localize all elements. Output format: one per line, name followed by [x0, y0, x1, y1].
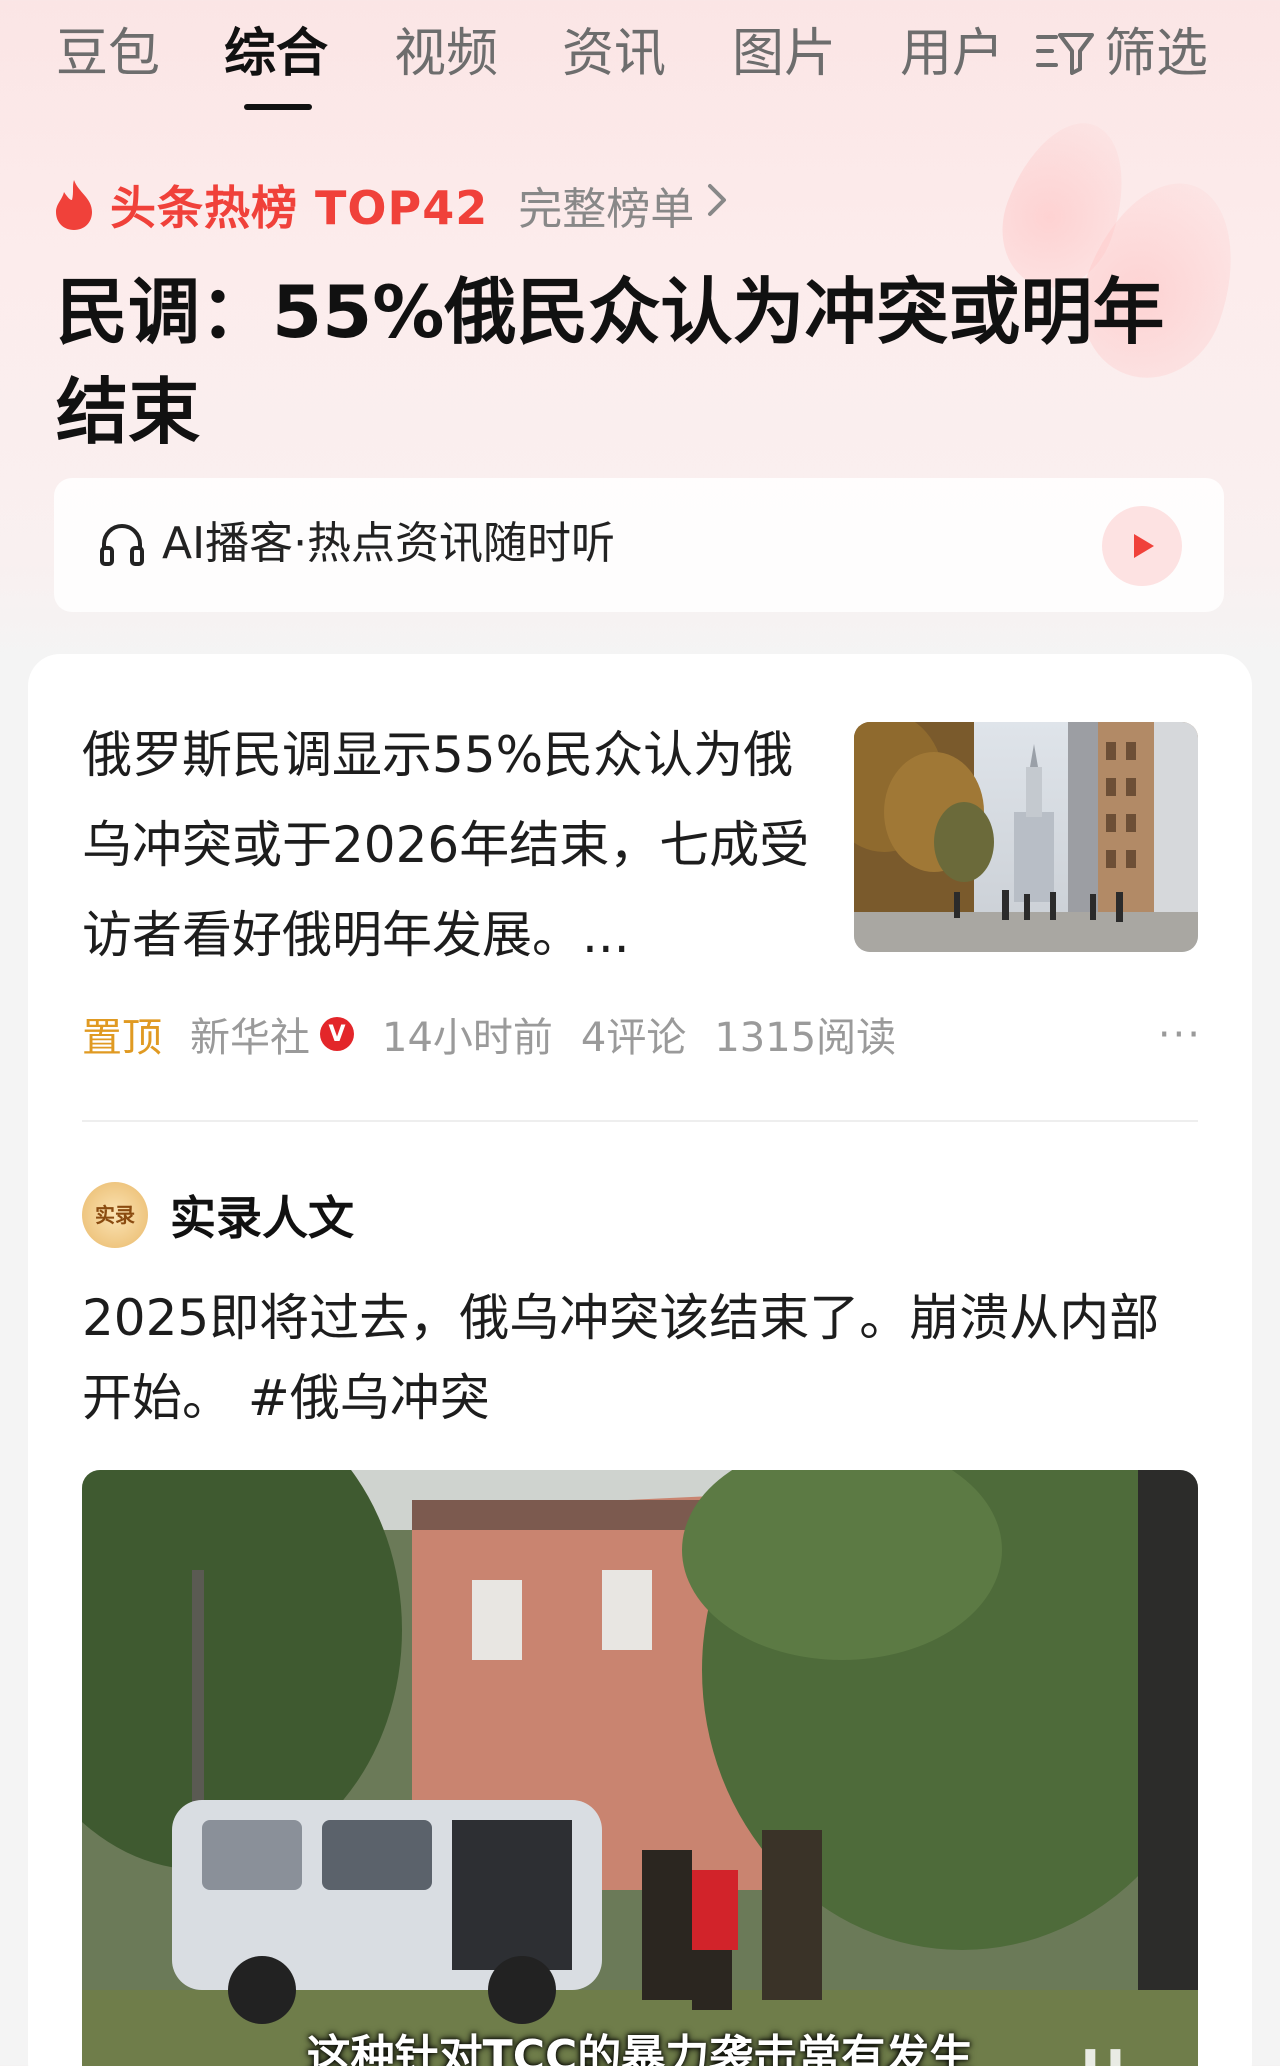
- search-tab-bar: 豆包 综合 视频 资讯 图片 用户 筛选: [0, 0, 1280, 120]
- tab-images[interactable]: 图片: [732, 22, 836, 86]
- filter-icon: [1036, 33, 1094, 75]
- full-list-link[interactable]: 完整榜单: [518, 173, 694, 237]
- article-meta: 置顶 新华社 V 14小时前 4评论 1315阅读 ···: [82, 1004, 1202, 1064]
- tab-video[interactable]: 视频: [394, 22, 498, 86]
- hotlist-label: 头条热榜 TOP42: [110, 181, 489, 235]
- verified-icon: V: [320, 1017, 354, 1051]
- hot-topic-headline[interactable]: 民调：55%俄民众认为冲突或明年结束: [56, 262, 1196, 462]
- author-name[interactable]: 实录人文: [170, 1182, 354, 1248]
- tab-doubao[interactable]: 豆包: [56, 22, 160, 86]
- pinned-badge: 置顶: [82, 1015, 162, 1061]
- filter-label: 筛选: [1104, 24, 1209, 84]
- headphone-icon: [100, 524, 144, 566]
- filter-button[interactable]: 筛选: [1036, 22, 1208, 86]
- article-title[interactable]: 俄罗斯民调显示55%民众认为俄乌冲突或于2026年结束，七成受访者看好俄明年发展…: [82, 710, 842, 980]
- divider: [82, 1120, 1198, 1122]
- article-thumbnail[interactable]: [854, 722, 1198, 952]
- avatar[interactable]: 实录: [82, 1182, 148, 1248]
- publish-time: 14小时前: [382, 1015, 553, 1061]
- active-tab-indicator: [244, 104, 312, 110]
- tab-users[interactable]: 用户: [900, 22, 1004, 86]
- read-count: 1315阅读: [714, 1015, 897, 1061]
- pause-icon[interactable]: ❚❚: [1078, 2045, 1128, 2066]
- comment-count: 4评论: [580, 1015, 687, 1061]
- tab-comprehensive[interactable]: 综合: [224, 22, 328, 86]
- hotlist-row[interactable]: 头条热榜 TOP42 完整榜单: [52, 170, 728, 240]
- play-icon: [1134, 534, 1154, 558]
- post-text[interactable]: 2025即将过去，俄乌冲突该结束了。崩溃从内部开始。 #俄乌冲突: [82, 1278, 1202, 1438]
- result-card: 俄罗斯民调显示55%民众认为俄乌冲突或于2026年结束，七成受访者看好俄明年发展…: [28, 654, 1252, 2066]
- ai-podcast-bar[interactable]: AI播客·热点资讯随时听: [54, 478, 1224, 612]
- flame-icon: [56, 180, 92, 230]
- tab-news[interactable]: 资讯: [562, 22, 666, 86]
- source-name[interactable]: 新华社: [190, 1005, 310, 1063]
- play-button[interactable]: [1102, 506, 1182, 586]
- chevron-right-icon: [706, 182, 728, 228]
- video-subtitle: 这种针对TCC的暴力袭击常有发生: [306, 2031, 974, 2066]
- post-author[interactable]: 实录 实录人文: [82, 1180, 354, 1250]
- more-options-icon[interactable]: ···: [1158, 1012, 1202, 1058]
- video-player[interactable]: 这种针对TCC的暴力袭击常有发生 ❚❚: [82, 1470, 1198, 2066]
- ai-podcast-label: AI播客·热点资讯随时听: [162, 518, 616, 569]
